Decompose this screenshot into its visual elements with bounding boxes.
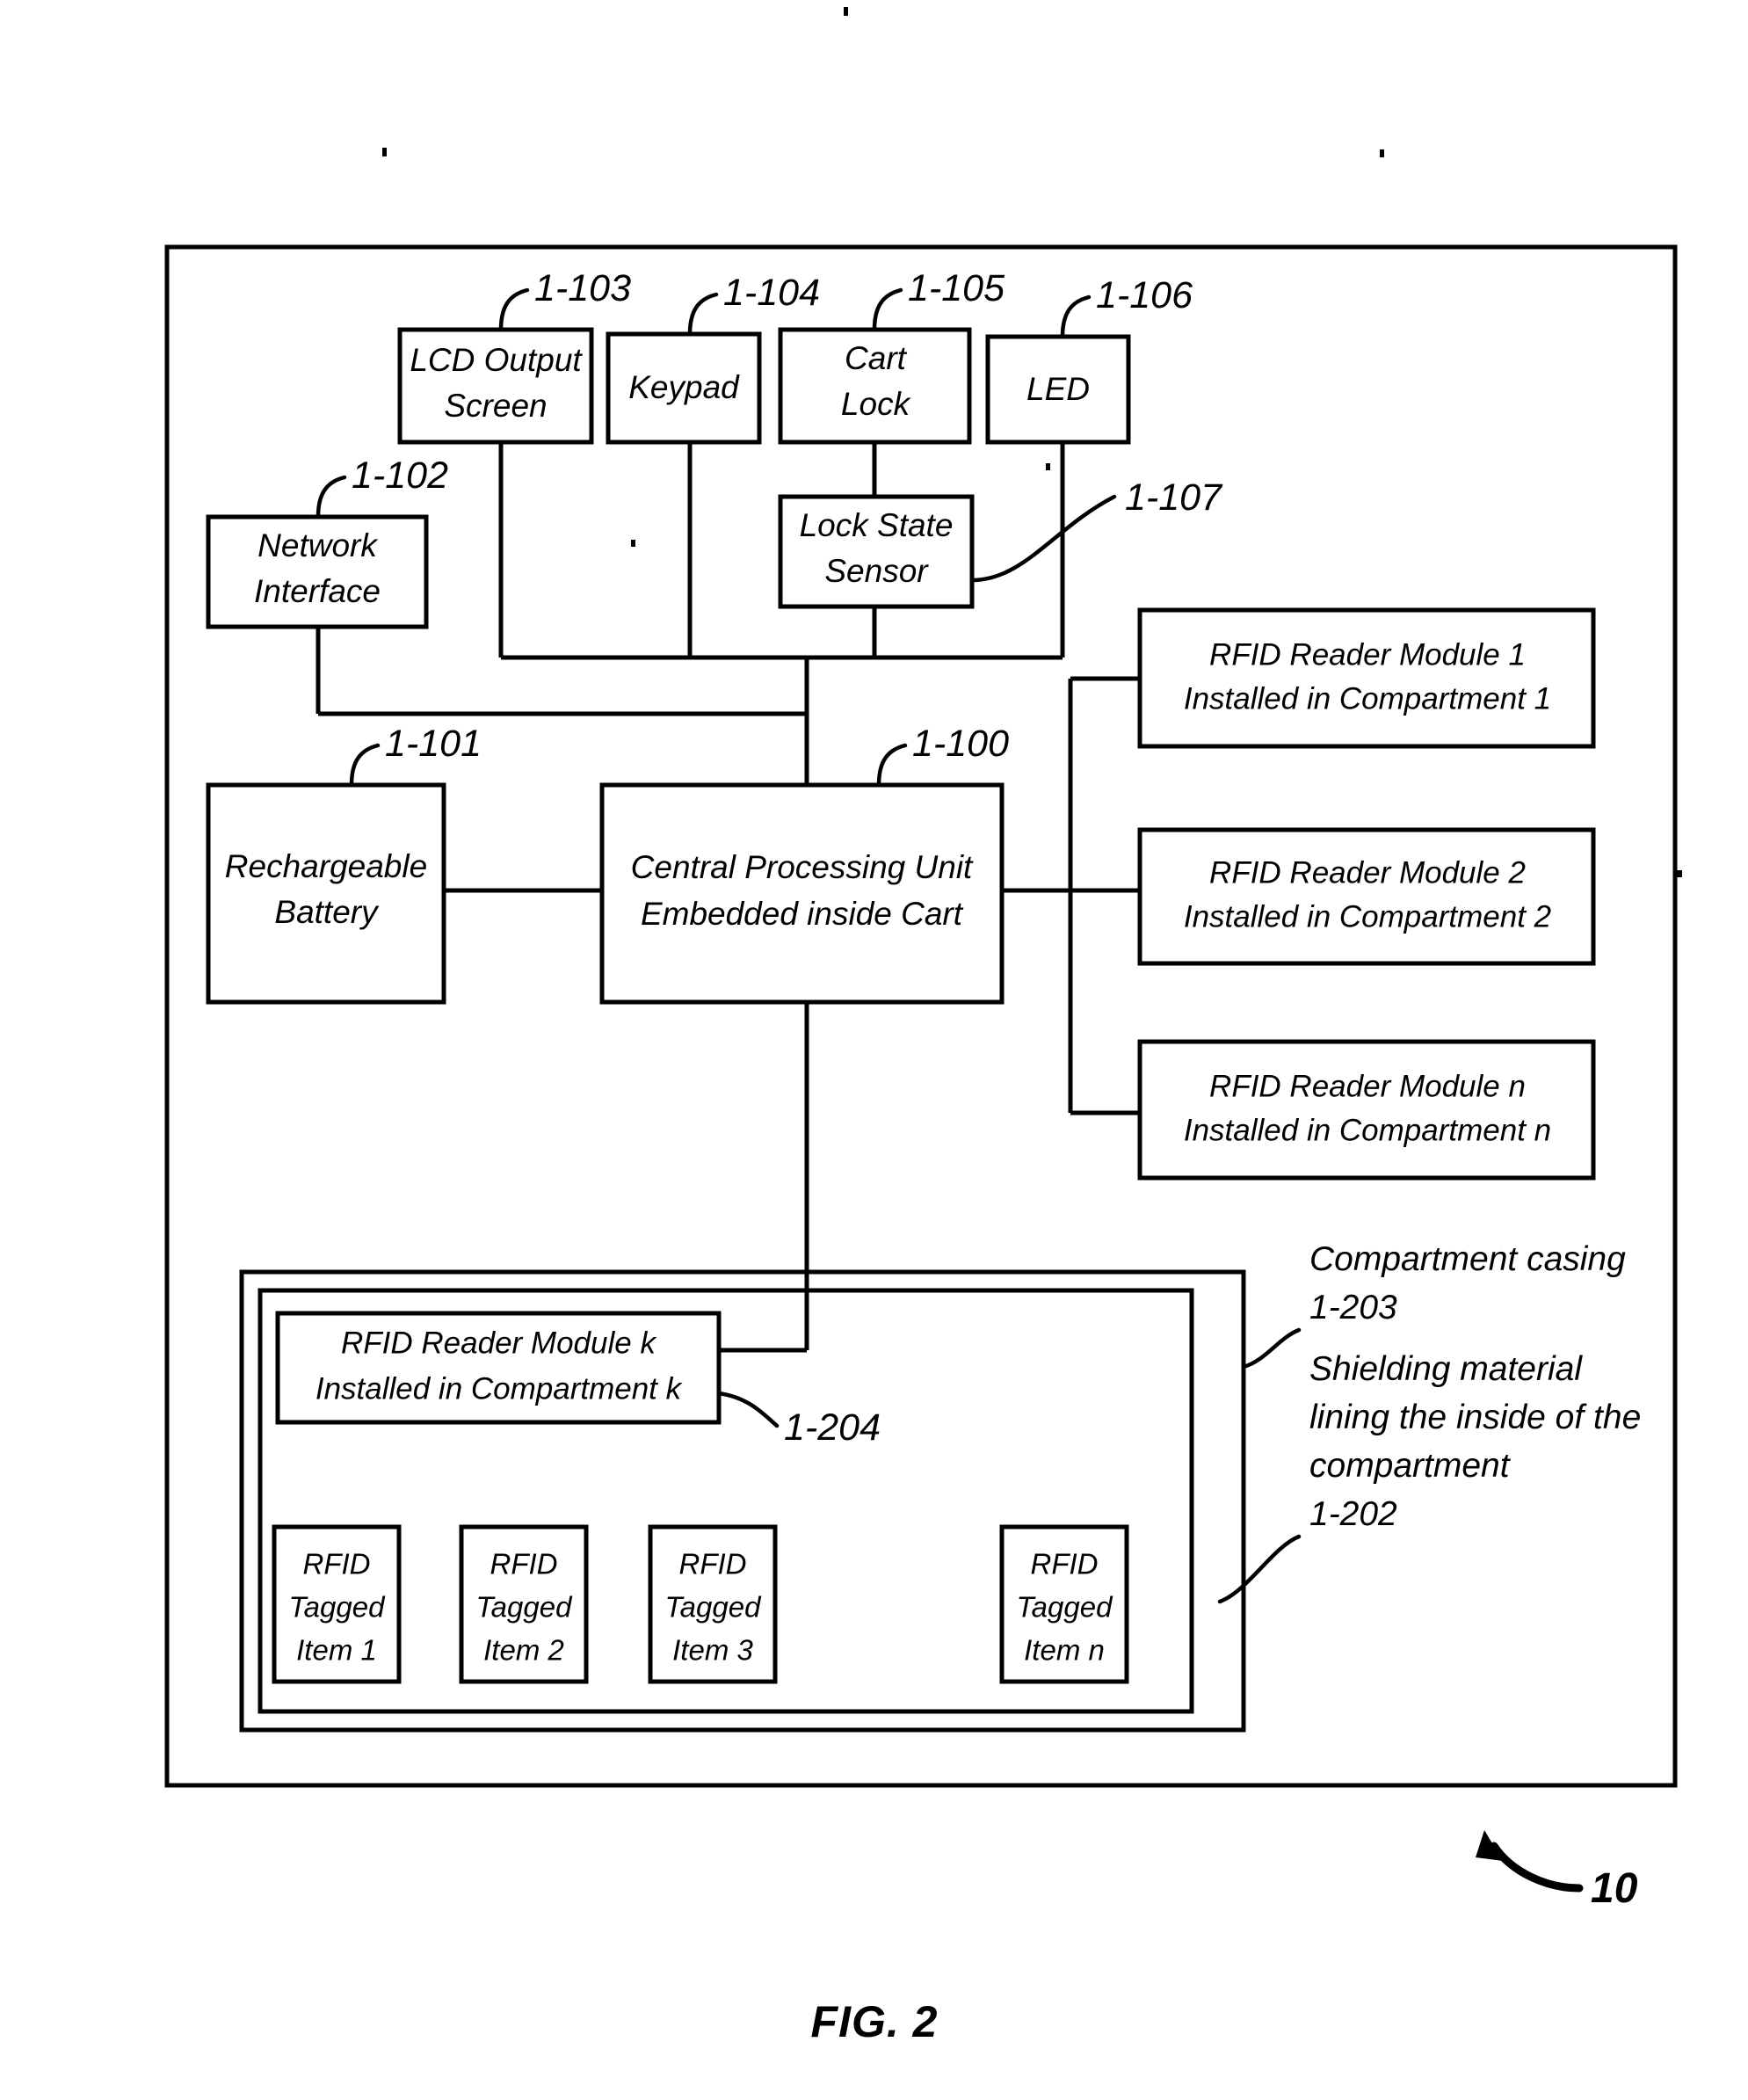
ref-label-1-101: 1-101 [385, 723, 482, 765]
ref-label-1-105: 1-105 [908, 267, 1005, 309]
keypad-label: Keypad [628, 369, 740, 405]
scan-speck [631, 540, 635, 547]
figure-caption: FIG. 2 [811, 1997, 939, 2046]
rfid-tagged-item-2-line3: Item 2 [483, 1634, 564, 1667]
block-rfid-tagged-item-n: RFID Tagged Item n [999, 1524, 1129, 1684]
patent-figure-2: LCD Output Screen 1-103 Keypad 1-104 Car… [0, 0, 1748, 2100]
ref-label-1-103: 1-103 [534, 267, 631, 309]
block-keypad: Keypad [606, 331, 762, 445]
network-interface-label-line1: Network [257, 527, 379, 563]
rechargeable-battery-label-line2: Battery [274, 894, 380, 930]
rfid-reader-module-n-box [1137, 1039, 1596, 1181]
block-rfid-reader-module-1: RFID Reader Module 1 Installed in Compar… [1137, 607, 1596, 749]
block-lcd-output-screen: LCD Output Screen [397, 327, 594, 445]
cpu-label-line1: Central Processing Unit [631, 849, 974, 885]
rfid-tagged-item-1-line2: Tagged [289, 1591, 387, 1624]
block-rfid-tagged-item-1: RFID Tagged Item 1 [272, 1524, 402, 1684]
shielding-note-line3: compartment [1309, 1447, 1512, 1485]
ref-label-1-102: 1-102 [352, 454, 448, 497]
block-rechargeable-battery: Rechargeable Battery [206, 782, 446, 1005]
scan-speck [1046, 463, 1050, 470]
lock-state-sensor-label-line2: Sensor [824, 553, 929, 589]
scan-speck [844, 7, 848, 16]
cpu-label-line2: Embedded inside Cart [641, 896, 964, 932]
ref-label-1-104: 1-104 [723, 272, 820, 314]
rfid-reader-module-n-label-line2: Installed in Compartment n [1184, 1113, 1551, 1147]
led-label: LED [1026, 371, 1090, 407]
rfid-tagged-item-2-line1: RFID [490, 1548, 558, 1580]
lock-state-sensor-label-line1: Lock State [800, 507, 954, 543]
rfid-tagged-item-n-line1: RFID [1031, 1548, 1099, 1580]
ref-label-1-107: 1-107 [1125, 476, 1223, 519]
block-rfid-tagged-item-2: RFID Tagged Item 2 [459, 1524, 589, 1684]
rfid-tagged-item-1-line3: Item 1 [296, 1634, 377, 1667]
block-rfid-tagged-item-3: RFID Tagged Item 3 [648, 1524, 778, 1684]
rfid-reader-module-1-box [1137, 607, 1596, 749]
scan-speck [1380, 149, 1384, 157]
rfid-reader-module-k-label-line1: RFID Reader Module k [341, 1326, 656, 1360]
ref-label-1-203: 1-203 [1309, 1289, 1397, 1326]
compartment-casing-note-line1: Compartment casing [1309, 1240, 1626, 1278]
rfid-tagged-item-1-line1: RFID [303, 1548, 371, 1580]
scan-speck [382, 148, 387, 156]
network-interface-label-line2: Interface [254, 573, 381, 609]
figure-canvas: LCD Output Screen 1-103 Keypad 1-104 Car… [0, 0, 1748, 2100]
block-rfid-reader-module-n: RFID Reader Module n Installed in Compar… [1137, 1039, 1596, 1181]
block-central-processing-unit: Central Processing Unit Embedded inside … [599, 782, 1005, 1005]
block-lock-state-sensor: Lock State Sensor [778, 494, 975, 609]
ref-label-1-106: 1-106 [1096, 274, 1193, 316]
rfid-reader-module-1-label-line1: RFID Reader Module 1 [1209, 637, 1526, 672]
rfid-reader-module-n-label-line1: RFID Reader Module n [1209, 1069, 1526, 1103]
rfid-tagged-item-3-line3: Item 3 [672, 1634, 753, 1667]
block-rfid-reader-module-k: RFID Reader Module k Installed in Compar… [275, 1311, 722, 1425]
lcd-output-screen-label-line2: Screen [444, 388, 547, 424]
block-network-interface: Network Interface [206, 514, 429, 629]
block-rfid-reader-module-2: RFID Reader Module 2 Installed in Compar… [1137, 827, 1596, 966]
cart-lock-label-line1: Cart [845, 340, 908, 376]
cart-lock-label-line2: Lock [841, 386, 912, 422]
rfid-tagged-item-3-line2: Tagged [665, 1591, 763, 1624]
ref-label-1-204: 1-204 [784, 1406, 881, 1449]
block-led: LED [985, 334, 1131, 445]
lcd-output-screen-label-line1: LCD Output [410, 342, 583, 378]
rfid-reader-module-1-label-line2: Installed in Compartment 1 [1184, 681, 1551, 716]
block-cart-lock: Cart Lock [778, 327, 972, 445]
cpu-box [599, 782, 1005, 1005]
rechargeable-battery-label-line1: Rechargeable [225, 848, 427, 884]
ref-label-1-100: 1-100 [912, 723, 1009, 765]
rfid-reader-module-k-label-line2: Installed in Compartment k [316, 1371, 683, 1406]
rfid-reader-module-2-label-line1: RFID Reader Module 2 [1209, 855, 1526, 890]
system-ref-label: 10 [1591, 1865, 1638, 1912]
rfid-tagged-item-2-line2: Tagged [476, 1591, 574, 1624]
shielding-note-line1: Shielding material [1309, 1350, 1583, 1388]
shielding-note-line2: lining the inside of the [1309, 1399, 1641, 1436]
rfid-tagged-item-n-line3: Item n [1024, 1634, 1105, 1667]
rfid-reader-module-2-box [1137, 827, 1596, 966]
rfid-tagged-item-n-line2: Tagged [1017, 1591, 1114, 1624]
ref-label-1-202: 1-202 [1309, 1495, 1397, 1533]
rfid-tagged-item-3-line1: RFID [679, 1548, 747, 1580]
rfid-reader-module-2-label-line2: Installed in Compartment 2 [1184, 899, 1551, 934]
